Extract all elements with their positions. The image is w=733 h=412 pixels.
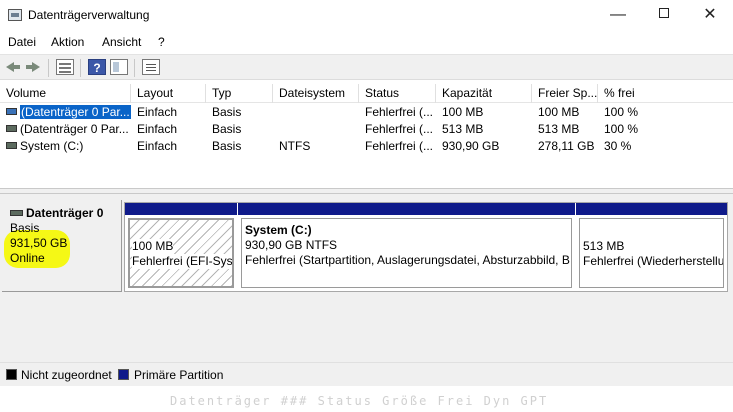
table-row[interactable]: (Datenträger 0 Par... Einfach Basis Fehl… [0, 121, 733, 138]
disk-state: Online [10, 251, 45, 265]
volume-name: System (C:) [20, 139, 84, 153]
cell-layout: Einfach [137, 122, 178, 136]
volume-name: (Datenträger 0 Par... [20, 122, 129, 136]
cell-status: Fehlerfrei (... [365, 122, 434, 136]
disk-size: 931,50 GB [10, 236, 68, 250]
toolbar: ? [0, 54, 733, 80]
legend-label-primary: Primäre Partition [134, 368, 224, 382]
cell-prozent: 100 % [604, 105, 639, 119]
disk-info-panel[interactable]: Datenträger 0 Basis 931,50 GB Online [2, 200, 122, 292]
partition-box: System (C:) 930,90 GB NTFS Fehlerfrei (S… [241, 218, 572, 288]
partition-size: 100 MB [132, 239, 174, 254]
properties-icon[interactable] [56, 59, 74, 75]
partition-size: 930,90 GB NTFS [245, 238, 338, 252]
list-header: Volume Layout Typ Dateisystem Status Kap… [0, 84, 733, 103]
partition-size: 513 MB [583, 239, 625, 253]
legend-swatch-primary [118, 369, 129, 380]
disk-type: Basis [10, 221, 40, 235]
partition-layout: 100 MB Fehlerfrei (EFI-Syst System (C:) … [124, 202, 728, 292]
column-dateisystem[interactable]: Dateisystem [273, 84, 359, 103]
partition-recovery[interactable]: 513 MB Fehlerfrei (Wiederherstellu [576, 203, 727, 291]
menu-datei[interactable]: Datei [8, 35, 36, 49]
volume-list: Volume Layout Typ Dateisystem Status Kap… [0, 84, 733, 188]
menu-bar: Datei Aktion Ansicht ? [0, 32, 733, 54]
legend-swatch-unallocated [6, 369, 17, 380]
background-console-text: Datenträger ### Status Größe Frei Dyn GP… [170, 394, 549, 408]
cell-dateisystem [273, 104, 359, 121]
cell-status: Fehlerfrei (... [365, 105, 434, 119]
cell-volume: System (C:) [0, 138, 131, 155]
cell-typ: Basis [212, 105, 242, 119]
partition-box: 513 MB Fehlerfrei (Wiederherstellu [579, 218, 724, 288]
column-freier-speicher[interactable]: Freier Sp... [532, 84, 598, 103]
menu-aktion[interactable]: Aktion [51, 35, 84, 49]
cell-status: Fehlerfrei (... [365, 139, 434, 153]
partition-bar [125, 203, 237, 215]
title-bar: Datenträgerverwaltung — ✕ [0, 0, 733, 32]
menu-ansicht[interactable]: Ansicht [102, 35, 141, 49]
maximize-icon [659, 8, 669, 19]
partition-status: Fehlerfrei (Wiederherstellu [583, 254, 724, 268]
disk-name-text: Datenträger 0 [26, 206, 104, 220]
partition-efi[interactable]: 100 MB Fehlerfrei (EFI-Syst [125, 203, 237, 291]
column-status[interactable]: Status [359, 84, 436, 103]
volume-icon [6, 125, 17, 133]
cell-prozent: 100 % [604, 122, 639, 136]
partition-box: 100 MB Fehlerfrei (EFI-Syst [128, 218, 234, 288]
toolbar-separator [48, 59, 49, 77]
back-arrow-icon[interactable] [3, 59, 21, 75]
cell-prozent: 30 % [604, 139, 632, 153]
cell-kapazitaet: 513 MB [442, 122, 484, 136]
volume-icon [6, 142, 17, 150]
cell-kapazitaet: 100 MB [442, 105, 484, 119]
minimize-button[interactable]: — [595, 0, 641, 32]
column-prozent-frei[interactable]: % frei [598, 84, 733, 103]
toolbar-separator [134, 59, 135, 77]
cell-frei: 513 MB [538, 122, 580, 136]
cell-frei: 278,11 GB [538, 139, 595, 153]
legend-bar: Nicht zugeordnet Primäre Partition [0, 362, 733, 386]
disk-graphical-view: Datenträger 0 Basis 931,50 GB Online 100… [0, 194, 733, 362]
cell-volume: (Datenträger 0 Par... [0, 104, 131, 121]
disk-name: Datenträger 0 [10, 206, 103, 220]
cell-layout: Einfach [137, 105, 178, 119]
disk-icon [10, 209, 23, 216]
maximize-button[interactable] [641, 0, 687, 32]
cell-typ: Basis [212, 122, 242, 136]
column-volume[interactable]: Volume [0, 84, 131, 103]
volume-icon [6, 108, 17, 116]
list-view-icon[interactable] [142, 59, 160, 75]
column-layout[interactable]: Layout [131, 84, 206, 103]
partition-system-c[interactable]: System (C:) 930,90 GB NTFS Fehlerfrei (S… [238, 203, 575, 291]
partition-bar [576, 203, 727, 215]
table-row[interactable]: (Datenträger 0 Par... Einfach Basis Fehl… [0, 104, 733, 121]
cell-typ: Basis [212, 139, 242, 153]
partition-bar [238, 203, 575, 215]
legend-label-unallocated: Nicht zugeordnet [21, 368, 112, 382]
cell-dateisystem: NTFS [279, 139, 311, 153]
background-window: Datenträger ### Status Größe Frei Dyn GP… [0, 386, 733, 412]
cell-layout: Einfach [137, 139, 178, 153]
column-kapazitaet[interactable]: Kapazität [436, 84, 532, 103]
table-row[interactable]: System (C:) Einfach Basis NTFS Fehlerfre… [0, 138, 733, 155]
volume-name: (Datenträger 0 Par... [20, 105, 131, 119]
menu-help[interactable]: ? [158, 35, 165, 49]
partition-status: Fehlerfrei (EFI-Syst [132, 254, 232, 269]
cell-volume: (Datenträger 0 Par... [0, 121, 131, 138]
disk-management-icon [8, 9, 22, 21]
cell-dateisystem [273, 121, 359, 138]
partition-status: Fehlerfrei (Startpartition, Auslagerungs… [245, 253, 570, 267]
cell-frei: 100 MB [538, 105, 580, 119]
close-button[interactable]: ✕ [687, 0, 733, 32]
forward-arrow-icon[interactable] [24, 59, 42, 75]
toolbar-separator [80, 59, 81, 77]
cell-kapazitaet: 930,90 GB [442, 139, 500, 153]
window-title: Datenträgerverwaltung [28, 8, 150, 22]
show-hide-pane-icon[interactable] [110, 59, 128, 75]
column-typ[interactable]: Typ [206, 84, 273, 103]
help-icon[interactable]: ? [88, 59, 106, 75]
partition-name: System (C:) [245, 223, 312, 237]
